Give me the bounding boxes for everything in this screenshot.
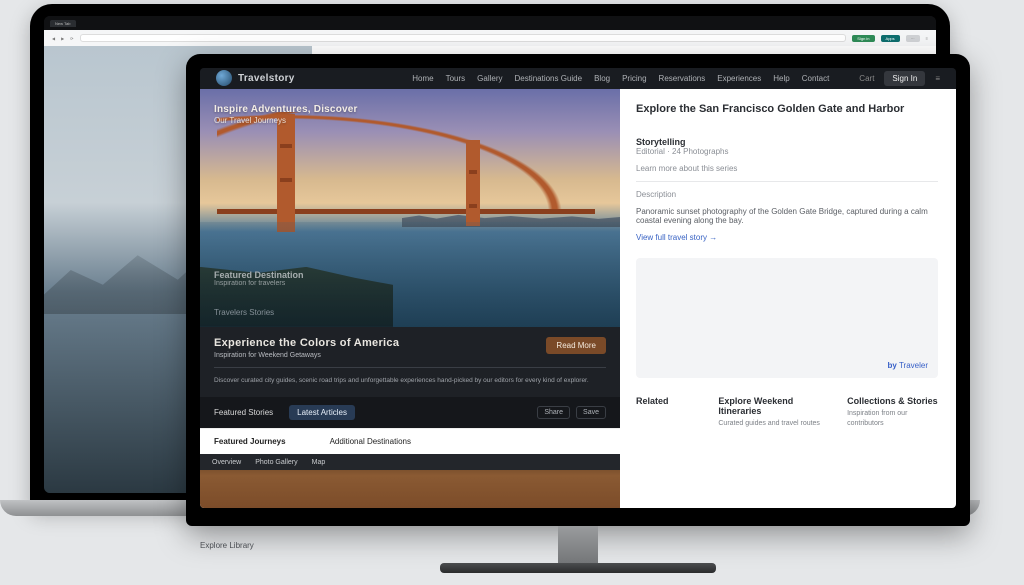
address-bar[interactable] bbox=[80, 34, 847, 42]
related-label: Related bbox=[636, 396, 700, 406]
reload-icon[interactable]: ⟳ bbox=[70, 36, 73, 41]
monitor-screen: Travelstory Home Tours Gallery Destinati… bbox=[200, 68, 956, 508]
sub-row: Featured Journeys Additional Destination… bbox=[200, 428, 620, 454]
nav-item[interactable]: Experiences bbox=[717, 74, 761, 83]
sub-row-lead[interactable]: Featured Journeys bbox=[214, 437, 286, 446]
toolbar-item[interactable]: Map bbox=[312, 459, 326, 466]
cart-link[interactable]: Cart bbox=[859, 74, 874, 83]
nav-item[interactable]: Tours bbox=[446, 74, 466, 83]
panel-tag: by Traveler bbox=[888, 361, 928, 370]
foreground-hill bbox=[200, 267, 393, 327]
hero-mid-title: Featured Destination bbox=[214, 270, 304, 280]
brown-toolbar: Overview Photo Gallery Map bbox=[200, 454, 620, 470]
hero-kicker-sub: Our Travel Journeys bbox=[214, 116, 358, 127]
signin-pill[interactable]: Sign in bbox=[852, 35, 874, 42]
brand-name: Travelstory bbox=[238, 73, 295, 84]
panel-tag-label: by bbox=[888, 361, 897, 370]
hero-mid-caption: Featured Destination Inspiration for tra… bbox=[214, 270, 304, 287]
side-note: Learn more about this series bbox=[636, 164, 938, 173]
related-item[interactable]: Collections & Stories Inspiration from o… bbox=[847, 396, 938, 429]
hero-bottom-caption: Travelers Stories bbox=[214, 308, 274, 317]
related-item-sub: Curated guides and travel routes bbox=[718, 419, 829, 429]
toolbar-pill[interactable]: ⋯ bbox=[906, 35, 920, 42]
side-section-sub: Editorial · 24 Photographs bbox=[636, 147, 938, 156]
nav-item[interactable]: Pricing bbox=[622, 74, 646, 83]
read-more-button[interactable]: Read More bbox=[546, 337, 606, 354]
toolbar-item[interactable]: Photo Gallery bbox=[255, 459, 297, 466]
back-icon[interactable]: ◀ bbox=[52, 36, 55, 41]
forward-icon[interactable]: ▶ bbox=[61, 36, 64, 41]
hero-column: Inspire Adventures, Discover Our Travel … bbox=[200, 89, 620, 508]
panel-tag-value: Traveler bbox=[899, 361, 928, 370]
brand-logo-icon bbox=[216, 70, 232, 86]
tab-item[interactable]: Featured Stories bbox=[214, 408, 273, 417]
related-row: Related Explore Weekend Itineraries Cura… bbox=[636, 396, 938, 429]
monitor-device: Travelstory Home Tours Gallery Destinati… bbox=[186, 54, 970, 526]
site-header: Travelstory Home Tours Gallery Destinati… bbox=[200, 68, 956, 89]
monitor-stand-base bbox=[440, 563, 716, 573]
side-title: Explore the San Francisco Golden Gate an… bbox=[636, 103, 938, 115]
save-button[interactable]: Save bbox=[576, 406, 606, 419]
related-item-title: Explore Weekend Itineraries bbox=[718, 396, 829, 416]
browser-tab[interactable]: New Tab bbox=[50, 20, 76, 27]
brown-band: Overview Photo Gallery Map bbox=[200, 454, 620, 508]
related-item-title: Collections & Stories bbox=[847, 396, 938, 406]
sub-row-second[interactable]: Additional Destinations bbox=[330, 437, 411, 446]
related-label-col: Related bbox=[636, 396, 700, 429]
feature-desc: Discover curated city guides, scenic roa… bbox=[214, 376, 606, 385]
share-button[interactable]: Share bbox=[537, 406, 570, 419]
tab-mini-actions: Share Save bbox=[537, 406, 606, 419]
side-section-name: Storytelling bbox=[636, 137, 938, 147]
comment-panel[interactable]: by Traveler bbox=[636, 258, 938, 378]
signin-button[interactable]: Sign In bbox=[884, 71, 925, 86]
divider bbox=[214, 367, 606, 368]
related-item-sub: Inspiration from our contributors bbox=[847, 409, 938, 429]
side-column: Explore the San Francisco Golden Gate an… bbox=[620, 89, 956, 508]
nav-item[interactable]: Contact bbox=[802, 74, 830, 83]
nav-item[interactable]: Gallery bbox=[477, 74, 502, 83]
feature-band: Experience the Colors of America Inspira… bbox=[200, 327, 620, 397]
nav-item[interactable]: Home bbox=[412, 74, 433, 83]
monitor-stand-neck bbox=[558, 526, 598, 568]
toolbar-item[interactable]: Overview bbox=[212, 459, 241, 466]
desc-label: Description bbox=[636, 190, 938, 199]
hero-kicker: Inspire Adventures, Discover Our Travel … bbox=[214, 103, 358, 127]
related-item[interactable]: Explore Weekend Itineraries Curated guid… bbox=[718, 396, 829, 429]
site-body: Inspire Adventures, Discover Our Travel … bbox=[200, 89, 956, 508]
golden-gate-bridge bbox=[217, 112, 595, 232]
tabs-row: Featured Stories Latest Articles Share S… bbox=[200, 397, 620, 428]
nav-item[interactable]: Reservations bbox=[659, 74, 706, 83]
primary-nav: Home Tours Gallery Destinations Guide Bl… bbox=[412, 74, 829, 83]
nav-item[interactable]: Help bbox=[773, 74, 789, 83]
nav-item[interactable]: Blog bbox=[594, 74, 610, 83]
hero-kicker-title: Inspire Adventures, Discover bbox=[214, 103, 358, 117]
side-section: Storytelling Editorial · 24 Photographs bbox=[636, 137, 938, 156]
hero-image: Inspire Adventures, Discover Our Travel … bbox=[200, 89, 620, 327]
browser-tab-bar: New Tab bbox=[44, 16, 936, 30]
tab-active[interactable]: Latest Articles bbox=[289, 405, 355, 420]
menu-icon[interactable]: ≡ bbox=[935, 74, 940, 83]
divider bbox=[636, 181, 938, 182]
view-story-link[interactable]: View full travel story → bbox=[636, 233, 938, 242]
hero-mid-sub: Inspiration for travelers bbox=[214, 280, 304, 287]
header-right: Cart Sign In ≡ bbox=[859, 71, 940, 86]
nav-item[interactable]: Destinations Guide bbox=[514, 74, 582, 83]
brand[interactable]: Travelstory bbox=[216, 70, 295, 86]
menu-icon[interactable]: ≡ bbox=[926, 36, 928, 41]
apps-pill[interactable]: Apps bbox=[881, 35, 900, 42]
side-description: Panoramic sunset photography of the Gold… bbox=[636, 207, 938, 225]
browser-toolbar: ◀ ▶ ⟳ Sign in Apps ⋯ ≡ bbox=[44, 30, 936, 46]
